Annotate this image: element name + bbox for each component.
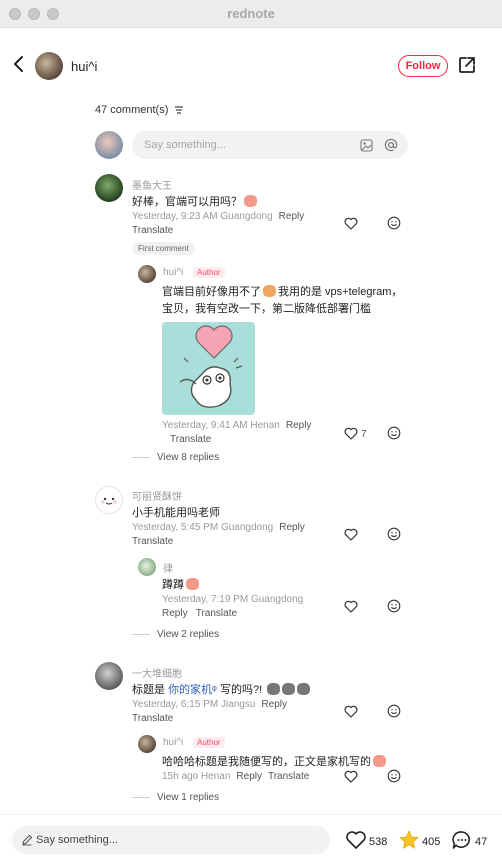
comment-meta: Yesterday, 5:45 PM Guangdong Reply (132, 522, 305, 533)
commenter-name[interactable]: 可丽贤酥饼 (132, 488, 182, 503)
translate-button[interactable]: Translate (132, 536, 173, 547)
comment-count-row[interactable]: 47 comment(s) (95, 104, 184, 116)
reply-avatar[interactable] (138, 558, 156, 576)
reply-text-line2: 宝贝，我有空改一下，第二版降低部署门槛 (162, 303, 371, 315)
reply-button[interactable]: Reply (236, 771, 262, 782)
reply-avatar[interactable] (138, 265, 156, 283)
follow-button[interactable]: Follow (398, 55, 448, 77)
emoji-sticker-icon (186, 578, 199, 590)
heart-icon[interactable] (344, 528, 358, 541)
image-icon[interactable] (360, 139, 373, 152)
commenter-avatar[interactable] (95, 662, 123, 690)
mention-link[interactable]: 你的家机ᵠ (168, 684, 217, 696)
like-count: 7 (361, 429, 367, 440)
commenter-avatar[interactable] (95, 174, 123, 202)
view-replies-button[interactable]: View 8 replies (132, 452, 219, 463)
window-title: rednote (227, 6, 275, 21)
reply-author-name[interactable]: hui^i (163, 267, 183, 278)
comment-icon[interactable] (451, 830, 473, 850)
reply-avatar[interactable] (138, 735, 156, 753)
pencil-icon (22, 834, 33, 846)
reply-button[interactable]: Reply (261, 699, 287, 710)
reply-button[interactable]: Reply (279, 522, 305, 533)
reply-button[interactable]: Reply (162, 608, 188, 619)
smile-icon[interactable] (387, 527, 401, 541)
sort-icon[interactable] (174, 106, 184, 114)
emoji-cat-icon (263, 285, 276, 297)
reply-actions: Reply Translate (162, 608, 237, 619)
comment-input-placeholder: Say something... (144, 139, 226, 151)
reply-button[interactable]: Reply (286, 420, 312, 431)
window-titlebar: rednote (0, 0, 502, 28)
comment-input[interactable]: Say something... (132, 131, 408, 159)
post-header: hui^i Follow (0, 28, 502, 102)
first-comment-tag: First comment (132, 242, 195, 255)
translate-button[interactable]: Translate (132, 225, 173, 236)
view-replies-button[interactable]: View 2 replies (132, 629, 219, 640)
comment-text: 标题是 你的家机ᵠ 写的吗?! (132, 681, 311, 697)
reply-sticker-image[interactable] (162, 322, 255, 415)
avatar-face-icon (101, 497, 117, 505)
comment-meta: Yesterday, 6:15 PM Jiangsu Reply (132, 699, 287, 710)
back-arrow-icon[interactable] (9, 52, 29, 76)
emoji-sticker-icon (373, 755, 386, 767)
heart-icon[interactable] (345, 830, 367, 850)
translate-button[interactable]: Translate (170, 434, 211, 445)
translate-button[interactable]: Translate (132, 713, 173, 724)
author-badge: Author (193, 267, 225, 278)
current-user-avatar (95, 131, 123, 159)
reply-author-name[interactable]: 律 (163, 560, 173, 575)
smile-icon[interactable] (387, 769, 401, 783)
emoji-sticker-icon (244, 195, 257, 207)
emoji-cat-icon (297, 683, 311, 695)
commenter-name[interactable]: 墨鱼大王 (132, 177, 172, 192)
reply-meta: Yesterday, 9:41 AM Henan Reply (162, 420, 312, 431)
translate-button[interactable]: Translate (196, 608, 237, 619)
emoji-cat-icon (267, 683, 281, 695)
reply-button[interactable]: Reply (279, 211, 305, 222)
emoji-cat-icon (282, 683, 296, 695)
heart-icon[interactable] (344, 770, 358, 783)
heart-icon[interactable] (344, 600, 358, 613)
share-icon[interactable] (457, 55, 477, 75)
reply-text-line1: 官端目前好像用不了 我用的是 vps+telegram， (162, 285, 403, 298)
translate-button[interactable]: Translate (268, 771, 309, 782)
commenter-avatar[interactable] (95, 486, 123, 514)
smile-icon[interactable] (387, 426, 401, 440)
reply-meta: Yesterday, 7:19 PM Guangdong (162, 594, 304, 605)
comment-count-bottom: 47 (475, 836, 488, 848)
reply-text: 哈哈哈标题是我随便写的，正文是家机写的 (162, 753, 386, 769)
view-replies-button[interactable]: View 1 replies (132, 792, 219, 803)
comment-count: 47 comment(s) (95, 104, 169, 116)
heart-icon[interactable] (344, 427, 358, 440)
heart-icon[interactable] (344, 217, 358, 230)
heart-icon[interactable] (344, 705, 358, 718)
like-count: 538 (369, 836, 388, 848)
smile-icon[interactable] (387, 216, 401, 230)
author-avatar[interactable] (35, 52, 63, 80)
comment-text: 好棒，官端可以用吗？ (132, 193, 257, 209)
commenter-name[interactable]: 一大堆细胞 (132, 665, 182, 680)
author-username[interactable]: hui^i (71, 59, 97, 74)
bottom-input-placeholder: Say something... (36, 834, 118, 846)
reply-author-name[interactable]: hui^i (163, 737, 183, 748)
smile-icon[interactable] (387, 704, 401, 718)
bottom-comment-input[interactable]: Say something... (12, 826, 330, 854)
reply-text: 蹲蹲 (162, 576, 199, 592)
bottom-action-bar: Say something... 538 405 47 (0, 814, 502, 859)
comment-meta: Yesterday, 9:23 AM Guangdong Reply (132, 211, 305, 222)
smile-icon[interactable] (387, 599, 401, 613)
star-count: 405 (422, 836, 441, 848)
star-icon[interactable] (398, 830, 420, 850)
comment-text: 小手机能用吗老师 (132, 507, 220, 519)
reply-meta: 15h ago Henan Reply Translate (162, 771, 310, 782)
author-badge: Author (193, 737, 225, 748)
heart-sticker-image (179, 325, 243, 408)
at-icon[interactable] (384, 138, 398, 152)
